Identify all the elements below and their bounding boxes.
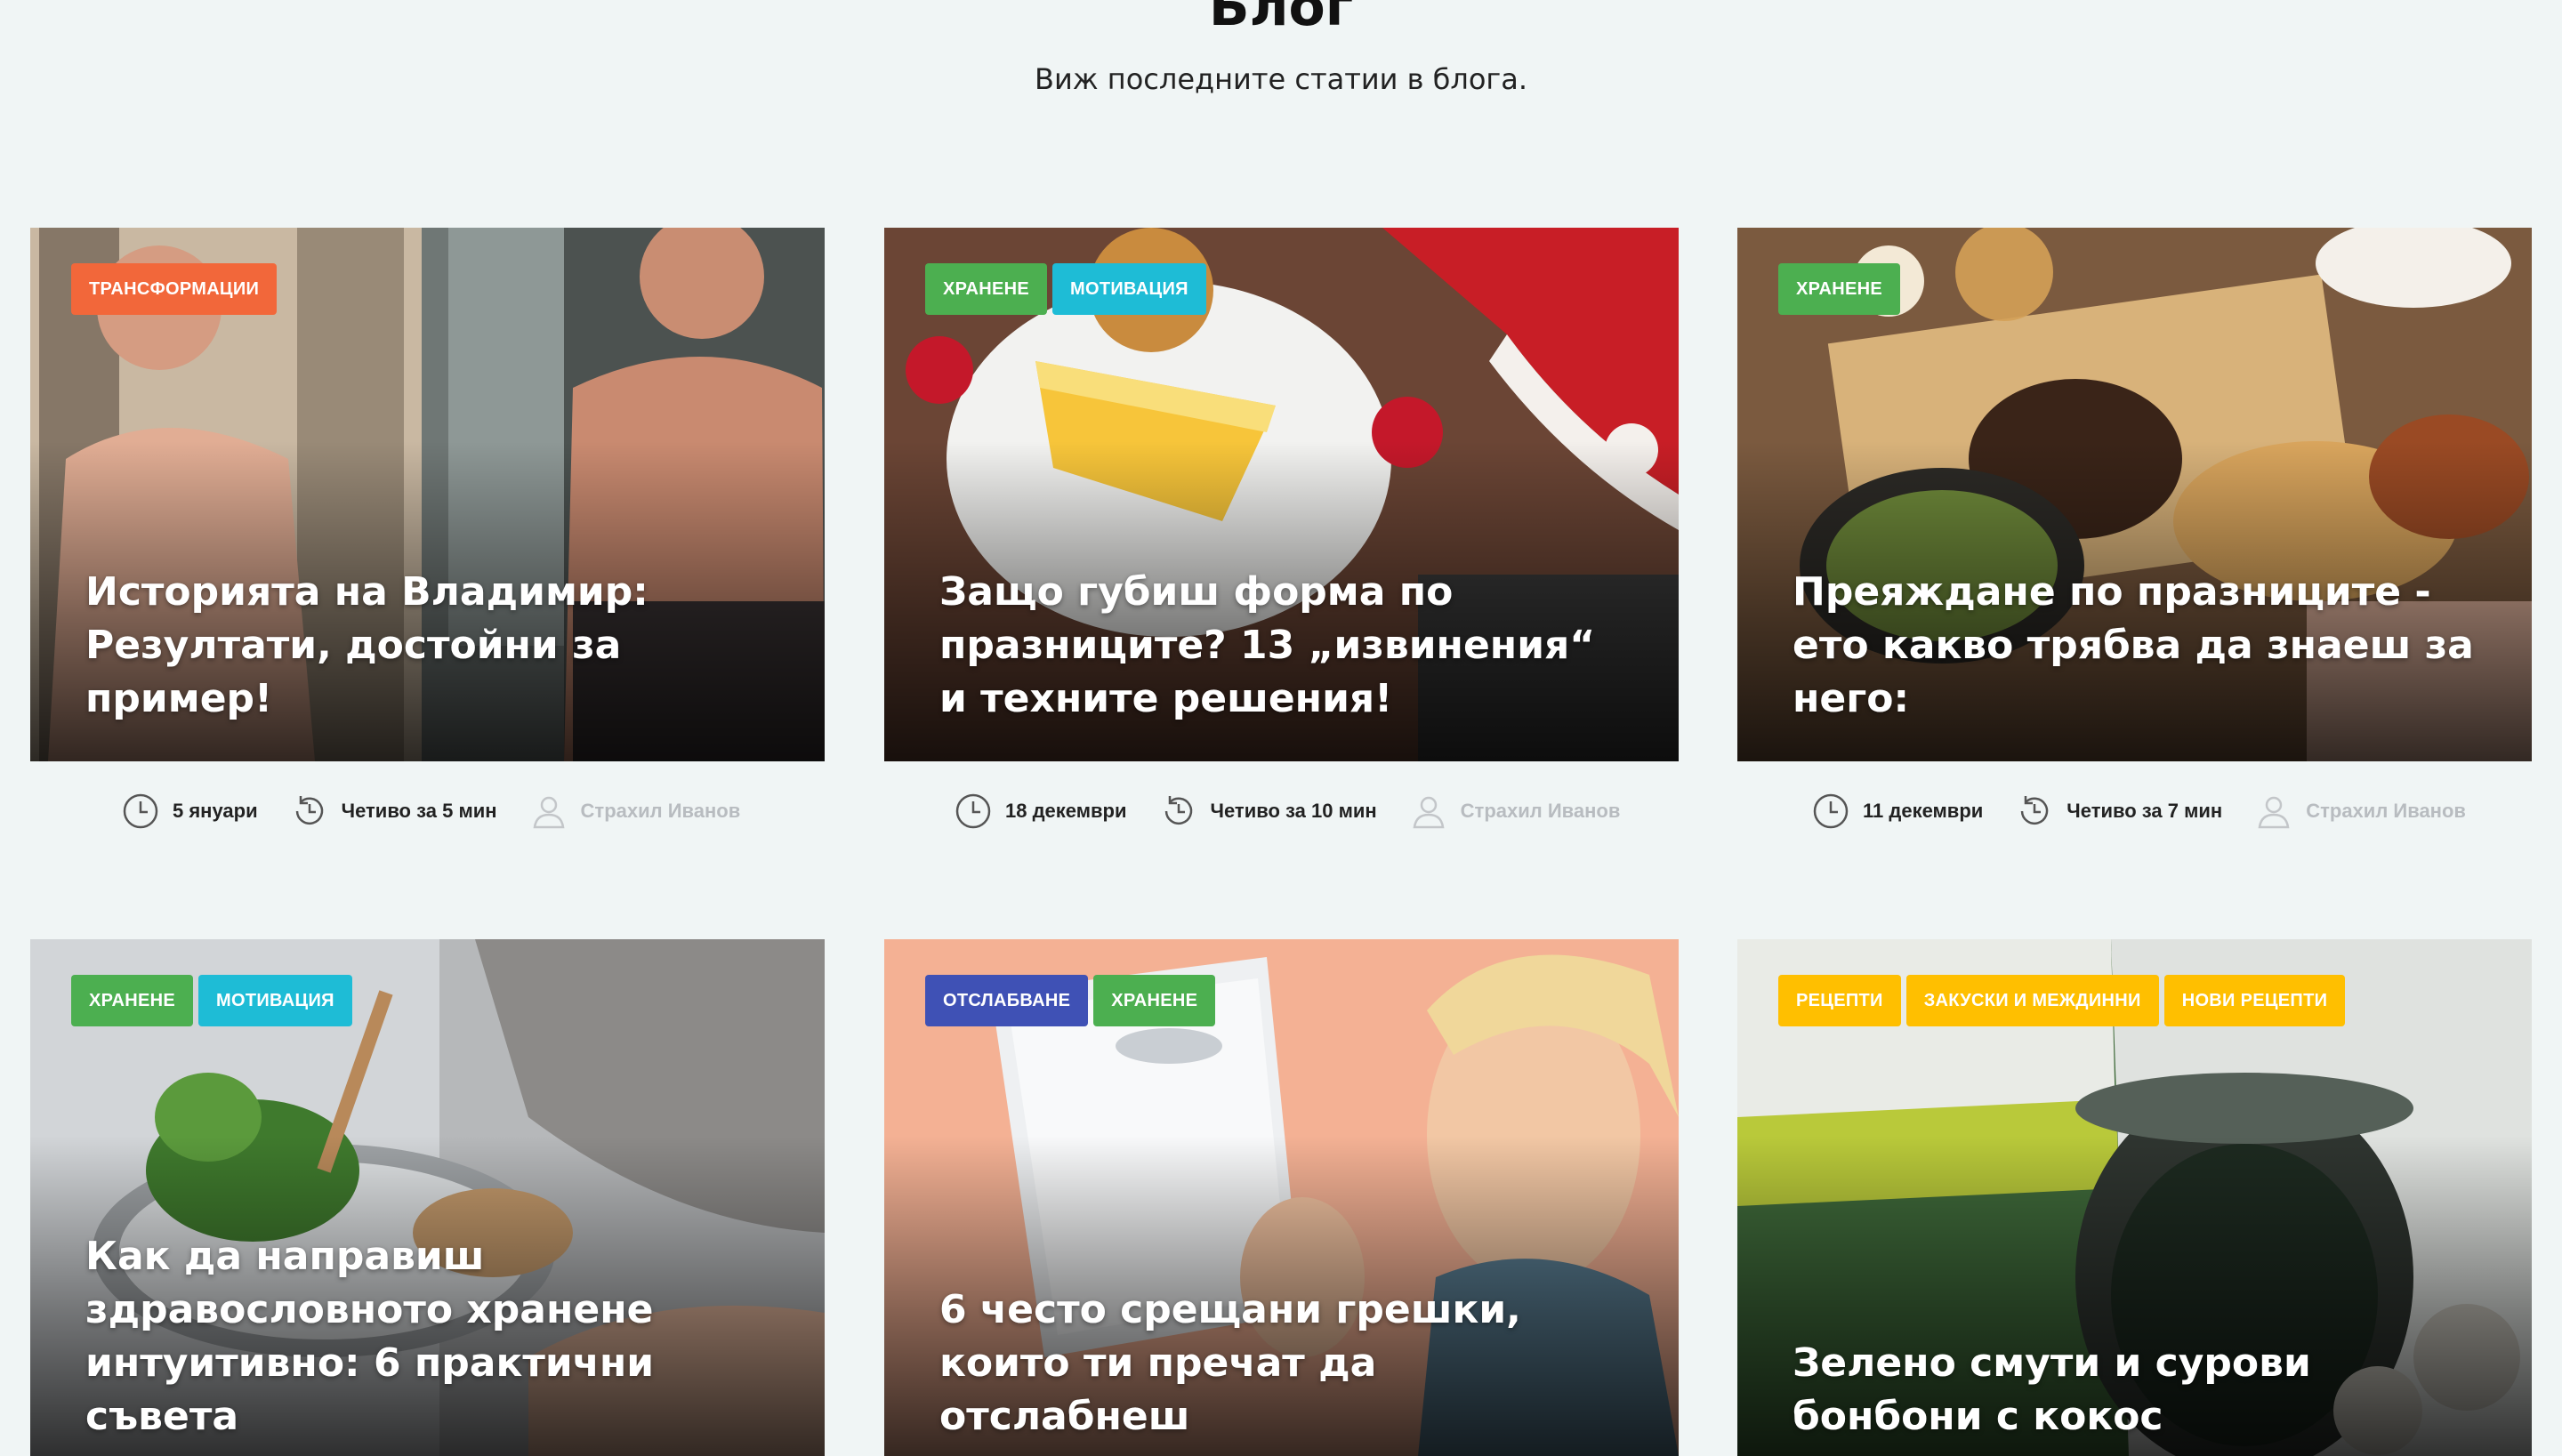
card-title[interactable]: Как да направиш здравословното хранене и… xyxy=(85,1230,780,1444)
meta-author[interactable]: Страхил Иванов xyxy=(529,792,741,831)
read-time-text: Четиво за 10 мин xyxy=(1210,800,1377,822)
clock-icon xyxy=(955,793,991,829)
card-title[interactable]: Историята на Владимир: Резултати, достой… xyxy=(85,566,780,726)
author-name[interactable]: Страхил Иванов xyxy=(1461,800,1621,823)
meta-author[interactable]: Страхил Иванов xyxy=(2254,792,2466,831)
blog-card-6[interactable]: РЕЦЕПТИ ЗАКУСКИ И МЕЖДИННИ НОВИ РЕЦЕПТИ … xyxy=(1737,939,2532,1456)
page-subtitle: Виж последните статии в блога. xyxy=(1035,62,1527,96)
tag-recipes[interactable]: РЕЦЕПТИ xyxy=(1778,975,1901,1026)
blog-card-4[interactable]: ХРАНЕНЕ МОТИВАЦИЯ Как да направиш здраво… xyxy=(30,939,825,1456)
card-title[interactable]: Зелено смути и сурови бонбони с кокос xyxy=(1793,1337,2487,1444)
meta-date: 5 януари xyxy=(121,792,258,831)
meta-read-time: Четиво за 10 мин xyxy=(1159,792,1377,831)
date-text: 18 декември xyxy=(1005,800,1127,822)
tag-weight-loss[interactable]: ОТСЛАБВАНЕ xyxy=(925,975,1089,1026)
date-text: 5 януари xyxy=(173,800,258,822)
meta-read-time: Четиво за 7 мин xyxy=(2015,792,2222,831)
author-name[interactable]: Страхил Иванов xyxy=(2306,800,2466,823)
history-clock-icon xyxy=(1164,796,1192,825)
page-title: Блог xyxy=(1208,0,1354,38)
tag-list: ХРАНЕНЕ МОТИВАЦИЯ xyxy=(925,263,1206,315)
tag-nutrition[interactable]: ХРАНЕНЕ xyxy=(71,975,194,1026)
tag-list: ОТСЛАБВАНЕ ХРАНЕНЕ xyxy=(925,975,1216,1026)
tag-list: ХРАНЕНЕ xyxy=(1778,263,1901,315)
author-name[interactable]: Страхил Иванов xyxy=(581,800,741,823)
card-title[interactable]: Преяждане по празниците - ето какво тряб… xyxy=(1793,566,2487,726)
user-icon xyxy=(1413,796,1445,829)
tag-nutrition[interactable]: ХРАНЕНЕ xyxy=(1778,263,1901,315)
tag-list: ХРАНЕНЕ МОТИВАЦИЯ xyxy=(71,975,352,1026)
tag-motivation[interactable]: МОТИВАЦИЯ xyxy=(198,975,352,1026)
history-clock-icon xyxy=(295,796,323,825)
blog-card-5[interactable]: ОТСЛАБВАНЕ ХРАНЕНЕ 6 често срещани грешк… xyxy=(884,939,1679,1456)
date-text: 11 декември xyxy=(1863,800,1984,822)
clock-icon xyxy=(123,793,158,829)
meta-date: 11 декември xyxy=(1811,792,1983,831)
card-meta-3: 11 декември Четиво за 7 мин Страхил Иван… xyxy=(1811,790,2466,833)
tag-nutrition[interactable]: ХРАНЕНЕ xyxy=(1093,975,1216,1026)
blog-card-3[interactable]: ХРАНЕНЕ Преяждане по празниците - ето ка… xyxy=(1737,228,2532,761)
history-clock-icon xyxy=(2021,796,2049,825)
user-icon xyxy=(2258,796,2290,829)
tag-transformations[interactable]: ТРАНСФОРМАЦИИ xyxy=(71,263,278,315)
tag-list: ТРАНСФОРМАЦИИ xyxy=(71,263,278,315)
card-title[interactable]: 6 често срещани грешки, които ти пречат … xyxy=(939,1283,1634,1444)
tag-snacks[interactable]: ЗАКУСКИ И МЕЖДИННИ xyxy=(1905,975,2159,1026)
read-time-text: Четиво за 5 мин xyxy=(341,800,497,822)
card-title[interactable]: Защо губиш форма по празниците? 13 „изви… xyxy=(939,566,1634,726)
meta-read-time: Четиво за 5 мин xyxy=(290,792,497,831)
clock-icon xyxy=(1813,793,1849,829)
blog-card-1[interactable]: ТРАНСФОРМАЦИИ Историята на Владимир: Рез… xyxy=(30,228,825,761)
tag-new-recipes[interactable]: НОВИ РЕЦЕПТИ xyxy=(2163,975,2346,1026)
card-meta-2: 18 декември Четиво за 10 мин Страхил Ива… xyxy=(954,790,1620,833)
tag-motivation[interactable]: МОТИВАЦИЯ xyxy=(1052,263,1206,315)
tag-list: РЕЦЕПТИ ЗАКУСКИ И МЕЖДИННИ НОВИ РЕЦЕПТИ xyxy=(1778,975,2346,1026)
read-time-text: Четиво за 7 мин xyxy=(2067,800,2223,822)
blog-card-2[interactable]: ХРАНЕНЕ МОТИВАЦИЯ Защо губиш форма по пр… xyxy=(884,228,1679,761)
meta-author[interactable]: Страхил Иванов xyxy=(1409,792,1621,831)
card-meta-1: 5 януари Четиво за 5 мин Страхил Иванов xyxy=(121,790,740,833)
tag-nutrition[interactable]: ХРАНЕНЕ xyxy=(925,263,1048,315)
meta-date: 18 декември xyxy=(954,792,1127,831)
user-icon xyxy=(533,796,564,829)
